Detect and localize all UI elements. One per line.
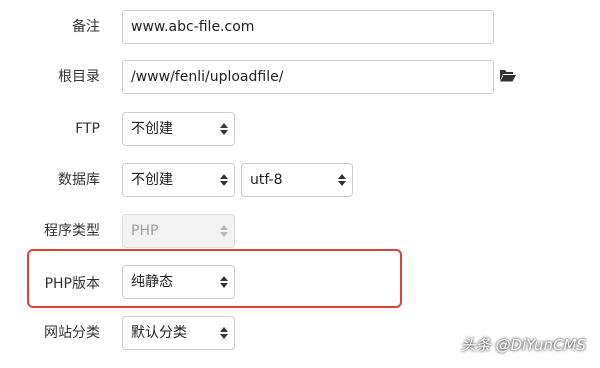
php-version-select[interactable]: 纯静态 xyxy=(122,265,235,299)
ftp-label: FTP xyxy=(75,121,100,137)
database-charset-value: utf-8 xyxy=(250,172,283,188)
php-version-value: 纯静态 xyxy=(131,274,173,290)
program-type-value: PHP xyxy=(131,223,159,239)
site-category-label: 网站分类 xyxy=(44,325,100,341)
up-down-caret-icon xyxy=(220,275,228,289)
program-type-label: 程序类型 xyxy=(44,223,100,239)
up-down-caret-icon xyxy=(220,224,228,238)
folder-open-icon[interactable] xyxy=(499,67,517,83)
remark-label: 备注 xyxy=(72,19,100,35)
up-down-caret-icon xyxy=(220,122,228,136)
remark-input[interactable]: www.abc-file.com xyxy=(122,10,494,44)
watermark: 头条 @DiYunCMS xyxy=(460,336,586,354)
php-version-label: PHP版本 xyxy=(44,276,100,292)
database-select[interactable]: 不创建 xyxy=(122,163,235,197)
up-down-caret-icon xyxy=(220,326,228,340)
program-type-select: PHP xyxy=(122,214,235,248)
site-category-value: 默认分类 xyxy=(131,325,187,341)
database-charset-select[interactable]: utf-8 xyxy=(241,163,353,197)
ftp-select-value: 不创建 xyxy=(131,121,173,137)
up-down-caret-icon xyxy=(220,173,228,187)
up-down-caret-icon xyxy=(338,173,346,187)
ftp-select[interactable]: 不创建 xyxy=(122,112,235,146)
root-dir-label: 根目录 xyxy=(58,69,100,85)
database-select-value: 不创建 xyxy=(131,172,173,188)
root-dir-input[interactable]: /www/fenli/uploadfile/ xyxy=(122,60,494,94)
site-category-select[interactable]: 默认分类 xyxy=(122,316,235,350)
database-label: 数据库 xyxy=(58,172,100,188)
